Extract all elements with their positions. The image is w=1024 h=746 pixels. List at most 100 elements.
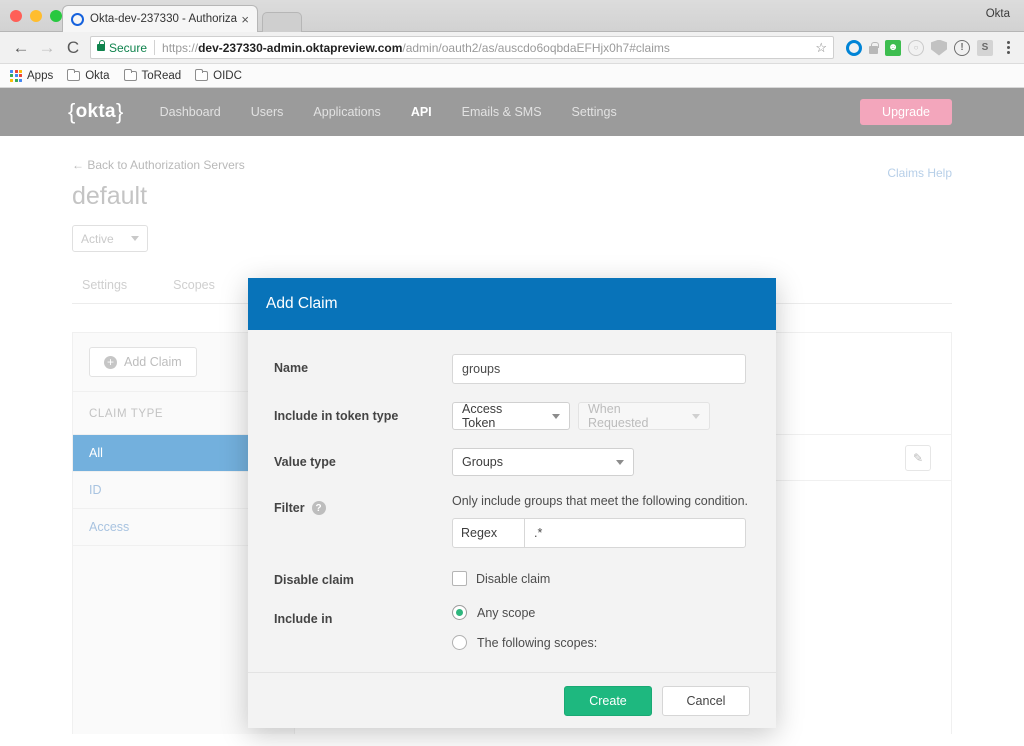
bookmark-apps[interactable]: Apps [10,69,54,82]
radio-any-scope[interactable]: Any scope [452,605,750,620]
browser-tab-title: Okta-dev-237330 - Authoriza [90,13,238,25]
url-path: /admin/oauth2/as/auscdo6oqbdaEFHjx0h7#cl… [402,40,670,55]
add-claim-button[interactable]: + Add Claim [89,347,197,377]
plus-icon: + [104,355,117,369]
circle-outline-icon[interactable]: ○ [908,39,924,56]
new-tab-button[interactable] [262,12,302,32]
modal-footer: Create Cancel [248,672,776,728]
bookmark-label: Apps [27,69,54,82]
bookmarks-bar: Apps Okta ToRead OIDC [0,64,1024,88]
close-window-button[interactable] [10,10,22,22]
bookmark-star-icon[interactable]: ☆ [807,40,827,56]
cell-actions: ✎ [835,444,951,471]
folder-icon [123,68,137,81]
disable-claim-checkbox-row[interactable]: Disable claim [452,566,750,586]
bookmark-toread[interactable]: ToRead [123,68,181,82]
tab-scopes[interactable]: Scopes [173,278,215,303]
bookmark-label: Okta [85,69,110,82]
filter-label-text: Filter [274,501,305,515]
url-scheme: https:// [162,40,199,55]
radio-following-scopes[interactable]: The following scopes: [452,635,750,650]
modal-title: Add Claim [266,295,338,312]
bookmark-okta[interactable]: Okta [67,68,110,82]
filter-value-input[interactable]: .* [525,519,745,547]
token-type-row: Access Token When Requested [452,402,750,430]
shield-icon[interactable] [931,39,947,56]
maximize-window-button[interactable] [50,10,62,22]
token-type-value: Access Token [462,402,503,430]
radio-following-scopes-label: The following scopes: [477,635,598,650]
reload-icon[interactable]: C [60,35,86,61]
disable-claim-checkbox[interactable] [452,571,467,586]
nav-item-applications[interactable]: Applications [313,105,380,119]
add-claim-label: Add Claim [124,355,182,369]
apps-grid-icon [10,69,22,82]
tab-settings[interactable]: Settings [82,278,127,303]
radio-any-scope-label: Any scope [477,605,536,620]
label-name: Name [274,361,309,375]
field-row-include-in: Include in Any scope The following scope… [248,605,776,650]
question-mark-icon[interactable]: ? [311,501,326,515]
info-circle-icon[interactable]: ! [954,39,970,56]
nav-item-api[interactable]: API [411,105,432,119]
okta-logo-text: okta [75,101,116,122]
create-button[interactable]: Create [564,685,652,716]
back-to-authorization-servers-link[interactable]: ← Back to Authorization Servers [72,158,952,172]
bookmark-oidc[interactable]: OIDC [195,68,242,82]
chevron-down-icon [552,413,560,419]
cancel-button[interactable]: Cancel [662,685,750,716]
page-title: default [72,182,148,210]
status-dropdown[interactable]: Active [72,225,148,252]
control-token-type: Access Token When Requested [452,402,750,430]
name-input[interactable]: groups [452,354,746,384]
back-icon[interactable]: ← [8,35,34,61]
browser-tabstrip: Okta-dev-237330 - Authoriza × [62,5,302,32]
disable-claim-checkbox-label: Disable claim [476,571,551,586]
chevron-down-icon [131,236,139,241]
control-disable-claim: Disable claim [452,566,750,586]
browser-window: Okta-dev-237330 - Authoriza × Okta ← → C… [0,0,1024,746]
when-requested-dropdown: When Requested [578,402,710,430]
logo-bracket-left: { [68,99,76,124]
label-disable-claim: Disable claim [274,573,354,587]
radio-any-scope-input[interactable] [452,605,467,620]
upgrade-button[interactable]: Upgrade [860,99,952,125]
field-row-disable-claim: Disable claim Disable claim [248,566,776,587]
s-badge-icon[interactable]: S [977,39,993,56]
browser-toolbar: ← → C Secure https://dev-237330-admin.ok… [0,32,1024,64]
okta-logo[interactable]: {okta} [68,99,124,125]
edit-pencil-icon[interactable]: ✎ [905,444,931,471]
control-name: groups [452,354,750,384]
radio-following-scopes-input[interactable] [452,635,467,650]
address-bar[interactable]: Secure https://dev-237330-admin.oktaprev… [90,36,834,59]
nav-item-emails-sms[interactable]: Emails & SMS [462,105,542,119]
chrome-menu-icon[interactable] [1000,40,1016,56]
green-face-icon[interactable]: ☻ [885,39,901,56]
status-dropdown-value: Active [81,231,114,246]
label-value-type: Value type [274,455,336,469]
token-type-dropdown[interactable]: Access Token [452,402,570,430]
okta-circle-icon [71,12,84,26]
value-type-dropdown[interactable]: Groups [452,448,634,476]
okta-nav-links: Dashboard Users Applications API Emails … [160,105,617,119]
control-include-in: Any scope The following scopes: [452,605,750,650]
nav-item-dashboard[interactable]: Dashboard [160,105,221,119]
logo-bracket-right: } [115,99,124,124]
minimize-window-button[interactable] [30,10,42,22]
name-input-value: groups [462,362,501,376]
close-icon[interactable]: × [238,13,249,26]
okta-extension-icon[interactable] [846,39,862,56]
bookmark-label: OIDC [213,69,242,82]
control-value-type: Groups [452,448,750,476]
browser-tab[interactable]: Okta-dev-237330 - Authoriza × [62,5,258,32]
claims-help-link[interactable]: Claims Help [887,166,952,180]
filter-operator-dropdown[interactable]: Regex [453,519,525,547]
when-requested-value: When Requested [588,402,649,430]
filter-value-text: .* [534,526,543,540]
nav-item-users[interactable]: Users [251,105,284,119]
lastpass-lock-icon[interactable] [869,41,879,54]
secure-label: Secure [109,40,148,55]
window-controls[interactable] [10,10,62,22]
filter-operator-value: Regex [461,526,498,540]
nav-item-settings[interactable]: Settings [572,105,617,119]
